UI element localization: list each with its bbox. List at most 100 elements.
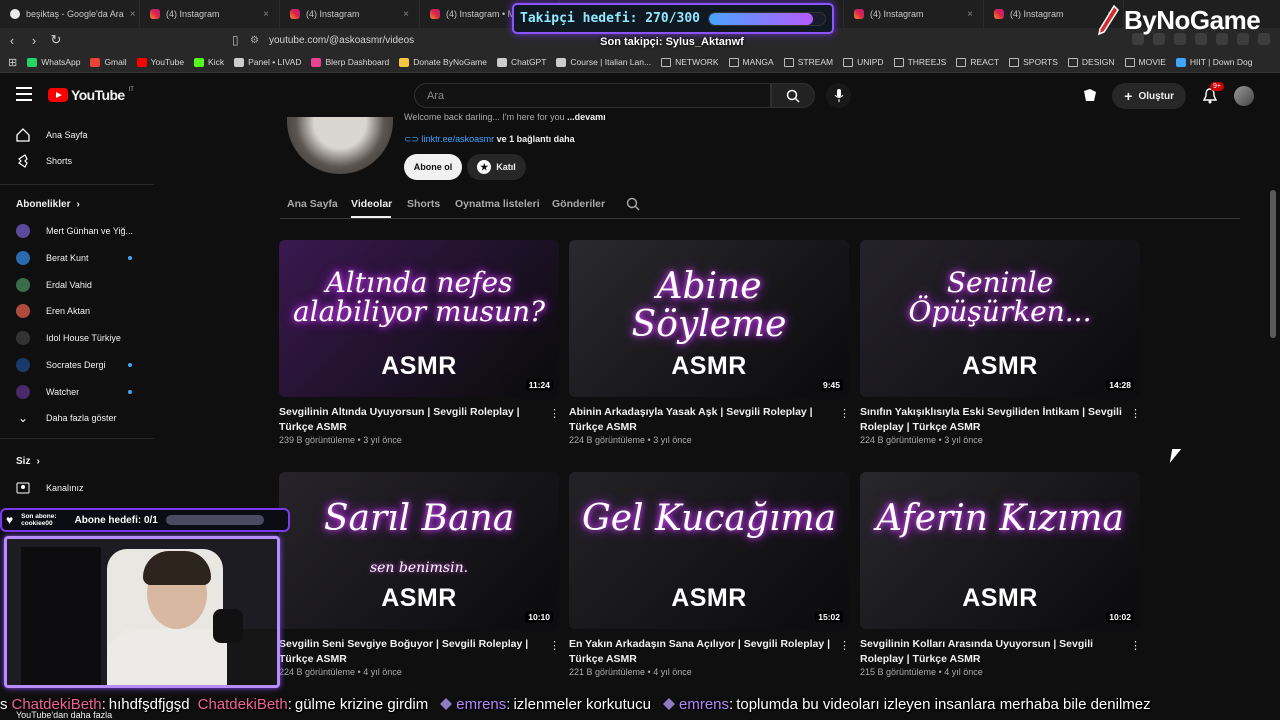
close-icon[interactable]: × (403, 9, 409, 20)
you-heading[interactable]: Siz › (16, 456, 40, 467)
more-options-icon[interactable]: ⋮ (1130, 639, 1141, 652)
reload-icon[interactable]: ↻ (46, 32, 66, 48)
sidebar-subscription[interactable]: Watcher (0, 379, 154, 405)
bookmark-item[interactable]: Gmail (90, 57, 127, 67)
browser-tab[interactable]: (4) Instagram× (844, 0, 984, 28)
bookmarks-bar: ⊞ WhatsApp Gmail YouTube Kick Panel • LIVAD B… (0, 52, 1280, 73)
bookmark-item[interactable]: Panel • LIVAD (234, 57, 301, 67)
new-content-dot (128, 363, 132, 367)
video-card[interactable]: Altında nefes alabiliyor musun? ASMR 11:24… (279, 240, 560, 450)
video-thumbnail[interactable]: Sarıl Bana sen benimsin. ASMR 10:10 (279, 472, 559, 629)
channel-description[interactable]: Welcome back darling... I'm here for you… (404, 112, 606, 122)
join-button[interactable]: ★ Katıl (467, 154, 526, 180)
video-title[interactable]: Abinin Arkadaşıyla Yasak Aşk | Sevgili R… (569, 405, 831, 435)
bookmark-item[interactable]: YouTube (136, 57, 184, 67)
sidebar-subscription[interactable]: Idol House Türkiye (0, 325, 154, 351)
folder-icon (1009, 57, 1020, 67)
bookmark-item[interactable]: WhatsApp (27, 57, 80, 67)
bookmark-item[interactable]: STREAM (783, 57, 833, 67)
back-icon[interactable]: ‹ (2, 33, 22, 48)
bookmark-item[interactable]: HIIT | Down Dog (1175, 57, 1252, 67)
thumbnail-asmr-label: ASMR (381, 352, 457, 380)
browser-tab[interactable]: (4) Instagram× (280, 0, 420, 28)
tab-posts[interactable]: Gönderiler (552, 198, 605, 210)
video-thumbnail[interactable]: Gel Kucağıma ASMR 15:02 (569, 472, 849, 629)
sidebar-subscription[interactable]: Berat Kunt (0, 245, 154, 271)
video-title[interactable]: Sevgilin Seni Sevgiye Boğuyor | Sevgili … (279, 637, 541, 667)
youtube-logo[interactable]: YouTube IT (48, 87, 134, 103)
more-options-icon[interactable]: ⋮ (839, 639, 850, 652)
search-button[interactable] (771, 83, 815, 108)
search-input[interactable]: Ara (414, 83, 771, 108)
sidebar-subscription[interactable]: Socrates Dergi (0, 352, 154, 378)
browser-tab[interactable]: (4) Instagram× (140, 0, 280, 28)
sidebar-subscription[interactable]: Mert Günhan ve Yiğ... (0, 218, 154, 244)
bookmark-item[interactable]: REACT (956, 57, 999, 67)
tab-playlists[interactable]: Oynatma listeleri (455, 198, 540, 210)
browser-tab[interactable]: beşiktaş - Google'da Ara × (0, 0, 140, 28)
bookmark-item[interactable]: Blerp Dashboard (311, 57, 389, 67)
video-card[interactable]: Sarıl Bana sen benimsin. ASMR 10:10 Sevgilin… (279, 472, 560, 682)
video-card[interactable]: Aferin Kızıma ASMR 10:02 Sevgilinin Kolları… (860, 472, 1141, 682)
video-thumbnail[interactable]: Aferin Kızıma ASMR 10:02 (860, 472, 1140, 629)
video-thumbnail[interactable]: Altında nefes alabiliyor musun? ASMR 11:24 (279, 240, 559, 397)
close-icon[interactable]: × (967, 9, 973, 20)
channel-avatar[interactable] (287, 117, 393, 174)
bookmark-item[interactable]: NETWORK (661, 57, 719, 67)
show-more-button[interactable]: ⌄ Daha fazla göster (0, 405, 154, 431)
video-meta: 239 B görüntüleme • 3 yıl önce (279, 435, 402, 445)
chat-message: toplumda bu videoları izleyen insanlara … (736, 695, 1151, 713)
tab-videos[interactable]: Videolar (351, 198, 392, 210)
account-avatar[interactable] (1234, 86, 1254, 106)
tab-home[interactable]: Ana Sayfa (287, 198, 338, 210)
voice-search-button[interactable] (826, 83, 851, 108)
sidebar-subscription[interactable]: Erdal Vahid (0, 272, 154, 298)
video-card[interactable]: Seninle Öpüşürken... ASMR 14:28 Sınıfın Yak… (860, 240, 1141, 450)
video-title[interactable]: Sevgilinin Altında Uyuyorsun | Sevgili R… (279, 405, 541, 435)
bookmark-item[interactable]: Kick (194, 57, 224, 67)
video-title[interactable]: Sınıfın Yakışıklısıyla Eski Sevgiliden İ… (860, 405, 1122, 435)
sidebar-item-home[interactable]: Ana Sayfa (0, 122, 154, 148)
bookmark-item[interactable]: ChatGPT (496, 57, 546, 67)
notifications-button[interactable]: 9+ (1200, 82, 1224, 106)
more-options-icon[interactable]: ⋮ (549, 639, 560, 652)
sidebar-item-shorts[interactable]: Shorts (0, 148, 154, 174)
more-options-icon[interactable]: ⋮ (549, 407, 560, 420)
create-button[interactable]: + Oluştur (1112, 83, 1186, 109)
forward-icon[interactable]: › (24, 33, 44, 48)
close-icon[interactable]: × (130, 9, 136, 20)
subscribe-button[interactable]: Abone ol (404, 154, 462, 180)
bookmark-item[interactable]: SPORTS (1009, 57, 1058, 67)
site-info-icon[interactable]: ⚙ (250, 35, 259, 46)
bookmark-item[interactable]: Course | Italian Lan... (556, 57, 651, 67)
video-card[interactable]: Abine Söyleme ASMR 9:45 Abinin Arkadaşıyla … (569, 240, 850, 450)
cast-icon[interactable] (1082, 88, 1098, 104)
close-icon[interactable]: × (263, 9, 269, 20)
video-card[interactable]: Gel Kucağıma ASMR 15:02 En Yakın Arkadaşın … (569, 472, 850, 682)
apps-icon[interactable]: ⊞ (8, 56, 17, 69)
video-title[interactable]: Sevgilinin Kolları Arasında Uyuyorsun | … (860, 637, 1122, 667)
page-scrollbar[interactable] (1270, 190, 1276, 338)
chat-username: ChatdekiBeth (11, 695, 102, 713)
bookmark-item[interactable]: MOVIE (1124, 57, 1166, 67)
bookmark-item[interactable]: Donate ByNoGame (399, 57, 487, 67)
more-options-icon[interactable]: ⋮ (1130, 407, 1141, 420)
bookmark-item[interactable]: UNIPD (843, 57, 884, 67)
subscriptions-heading[interactable]: Abonelikler › (16, 199, 80, 210)
youtube-header: YouTube IT Ara + Oluştur 9+ (0, 73, 1280, 117)
video-title[interactable]: En Yakın Arkadaşın Sana Açılıyor | Sevgi… (569, 637, 831, 667)
chevron-down-icon: ⌄ (17, 411, 29, 425)
tab-shorts[interactable]: Shorts (407, 198, 440, 210)
sidebar-subscription[interactable]: Eren Aktan (0, 298, 154, 324)
bookmark-item[interactable]: DESIGN (1067, 57, 1115, 67)
menu-icon[interactable] (16, 87, 32, 105)
more-options-icon[interactable]: ⋮ (839, 407, 850, 420)
channel-search-icon[interactable] (626, 197, 640, 211)
bookmark-icon[interactable]: ▯ (232, 33, 239, 47)
video-thumbnail[interactable]: Seninle Öpüşürken... ASMR 14:28 (860, 240, 1140, 397)
bookmark-item[interactable]: MANGA (728, 57, 774, 67)
bookmark-item[interactable]: THREEJS (893, 57, 946, 67)
video-thumbnail[interactable]: Abine Söyleme ASMR 9:45 (569, 240, 849, 397)
sidebar-item-your-channel[interactable]: Kanalınız (0, 475, 154, 501)
thumbnail-asmr-label: ASMR (962, 584, 1038, 612)
